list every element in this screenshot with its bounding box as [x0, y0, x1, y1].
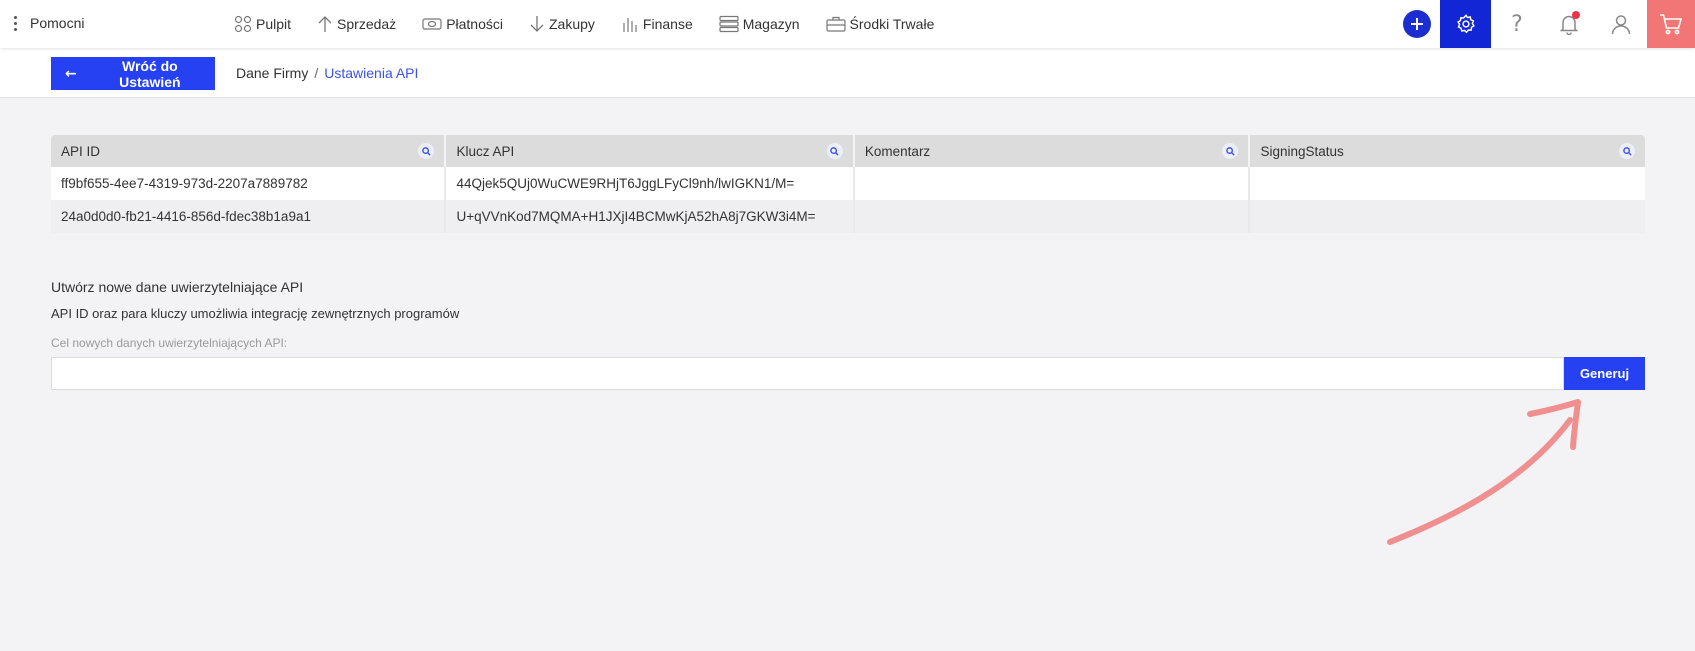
back-to-settings-button[interactable]: ← Wróć do Ustawień [51, 57, 215, 90]
nav-item-finanse[interactable]: Finanse [621, 0, 693, 48]
cell-api-id: ff9bf655-4ee7-4319-973d-2207a7889782 [51, 167, 447, 200]
column-title: Komentarz [864, 143, 931, 159]
nav-label: Sprzedaż [337, 16, 397, 32]
main-nav: Pulpit Sprzedaż Płatności Zakupy Finanse [234, 0, 960, 48]
cell-comment [853, 167, 1251, 200]
nav-label: Magazyn [742, 16, 800, 32]
column-title: SigningStatus [1260, 143, 1344, 159]
search-icon [1622, 146, 1632, 156]
cart-icon [1660, 14, 1683, 35]
purpose-field-label: Cel nowych danych uwierzytelniających AP… [51, 336, 288, 350]
create-credentials-description: API ID oraz para kluczy umożliwia integr… [51, 306, 460, 321]
nav-item-pulpit[interactable]: Pulpit [234, 0, 291, 48]
user-icon [1611, 15, 1631, 35]
nav-label: Środki Trwałe [849, 16, 935, 32]
dashboard-icon [234, 15, 252, 33]
table-header-row: API ID Klucz API Komentarz SigningStatus [51, 135, 1645, 167]
payment-icon [422, 18, 442, 30]
breadcrumb-item-ustawienia-api[interactable]: Ustawienia API [324, 65, 418, 81]
company-name: Pomocni [30, 15, 85, 31]
account-button[interactable] [1595, 0, 1647, 48]
more-vertical-icon [14, 15, 18, 31]
cart-button[interactable] [1647, 0, 1695, 48]
back-button-label: Wróć do Ustawień [119, 57, 181, 90]
create-credentials-title: Utwórz nowe dane uwierzytelniające API [51, 279, 304, 295]
help-button[interactable]: ? [1491, 0, 1543, 48]
top-navigation-bar: Pomocni Pulpit Sprzedaż Płatności Zakupy… [0, 0, 1695, 48]
cell-signing-status [1249, 200, 1645, 233]
help-icon: ? [1511, 11, 1523, 37]
column-search-button[interactable] [418, 143, 435, 159]
nav-label: Finanse [642, 16, 693, 32]
column-search-button[interactable] [1222, 143, 1239, 159]
api-credentials-table: API ID Klucz API Komentarz SigningStatus… [51, 135, 1645, 233]
nav-item-magazyn[interactable]: Magazyn [719, 0, 800, 48]
search-icon [1226, 146, 1235, 156]
cell-api-key: 44Qjek5QUj0WuCWE9RHjT6JggLFyCl9nh/lwIGKN… [445, 167, 855, 200]
search-icon [830, 146, 840, 156]
column-title: Klucz API [456, 143, 515, 159]
nav-label: Pulpit [256, 16, 292, 32]
generate-button[interactable]: Generuj [1564, 357, 1645, 390]
breadcrumb-item-dane-firmy[interactable]: Dane Firmy [236, 65, 308, 81]
column-header-klucz-api: Klucz API [445, 135, 855, 167]
column-header-signing-status: SigningStatus [1249, 135, 1645, 167]
cell-comment [853, 200, 1251, 233]
gear-icon [1456, 14, 1475, 34]
breadcrumb: Dane Firmy / Ustawienia API [236, 65, 418, 81]
table-row[interactable]: ff9bf655-4ee7-4319-973d-2207a7889782 44Q… [51, 167, 1645, 200]
bar-chart-icon [623, 18, 637, 32]
nav-label: Płatności [446, 16, 503, 32]
quick-add-button[interactable] [1394, 0, 1440, 48]
settings-button[interactable] [1440, 0, 1491, 48]
nav-item-srodki-trwale[interactable]: Środki Trwałe [825, 0, 935, 48]
column-search-button[interactable] [1619, 143, 1635, 159]
arrow-left-icon: ← [65, 65, 77, 82]
cell-api-id: 24a0d0d0-fb21-4416-856d-fdec38b1a9a1 [51, 200, 447, 233]
breadcrumb-separator: / [314, 65, 319, 81]
nav-item-zakupy[interactable]: Zakupy [529, 0, 595, 48]
arrow-up-icon [318, 16, 332, 32]
notifications-button[interactable] [1543, 0, 1595, 48]
annotation-arrow-icon [1387, 399, 1581, 545]
column-search-button[interactable] [826, 143, 843, 159]
nav-item-platnosci[interactable]: Płatności [422, 0, 503, 48]
nav-item-sprzedaz[interactable]: Sprzedaż [317, 0, 396, 48]
briefcase-icon [825, 16, 846, 32]
page-subheader: ← Wróć do Ustawień Dane Firmy / Ustawienia… [0, 48, 1695, 98]
nav-label: Zakupy [549, 16, 595, 32]
purpose-input[interactable] [51, 357, 1564, 390]
table-row[interactable]: 24a0d0d0-fb21-4416-856d-fdec38b1a9a1 U+q… [51, 200, 1645, 233]
arrow-down-icon [530, 16, 544, 32]
notification-dot [1572, 11, 1580, 19]
column-title: API ID [61, 143, 101, 159]
cell-signing-status [1249, 167, 1645, 200]
header-tools: ? [1394, 0, 1695, 48]
column-header-api-id: API ID [51, 135, 447, 167]
column-header-komentarz: Komentarz [853, 135, 1251, 167]
company-switcher[interactable]: Pomocni [14, 12, 84, 34]
warehouse-icon [719, 15, 739, 33]
plus-icon [1403, 10, 1431, 38]
search-icon [422, 146, 431, 156]
cell-api-key: U+qVVnKod7MQMA+H1JXjI4BCMwKjA52hA8j7GKW3… [445, 200, 855, 233]
